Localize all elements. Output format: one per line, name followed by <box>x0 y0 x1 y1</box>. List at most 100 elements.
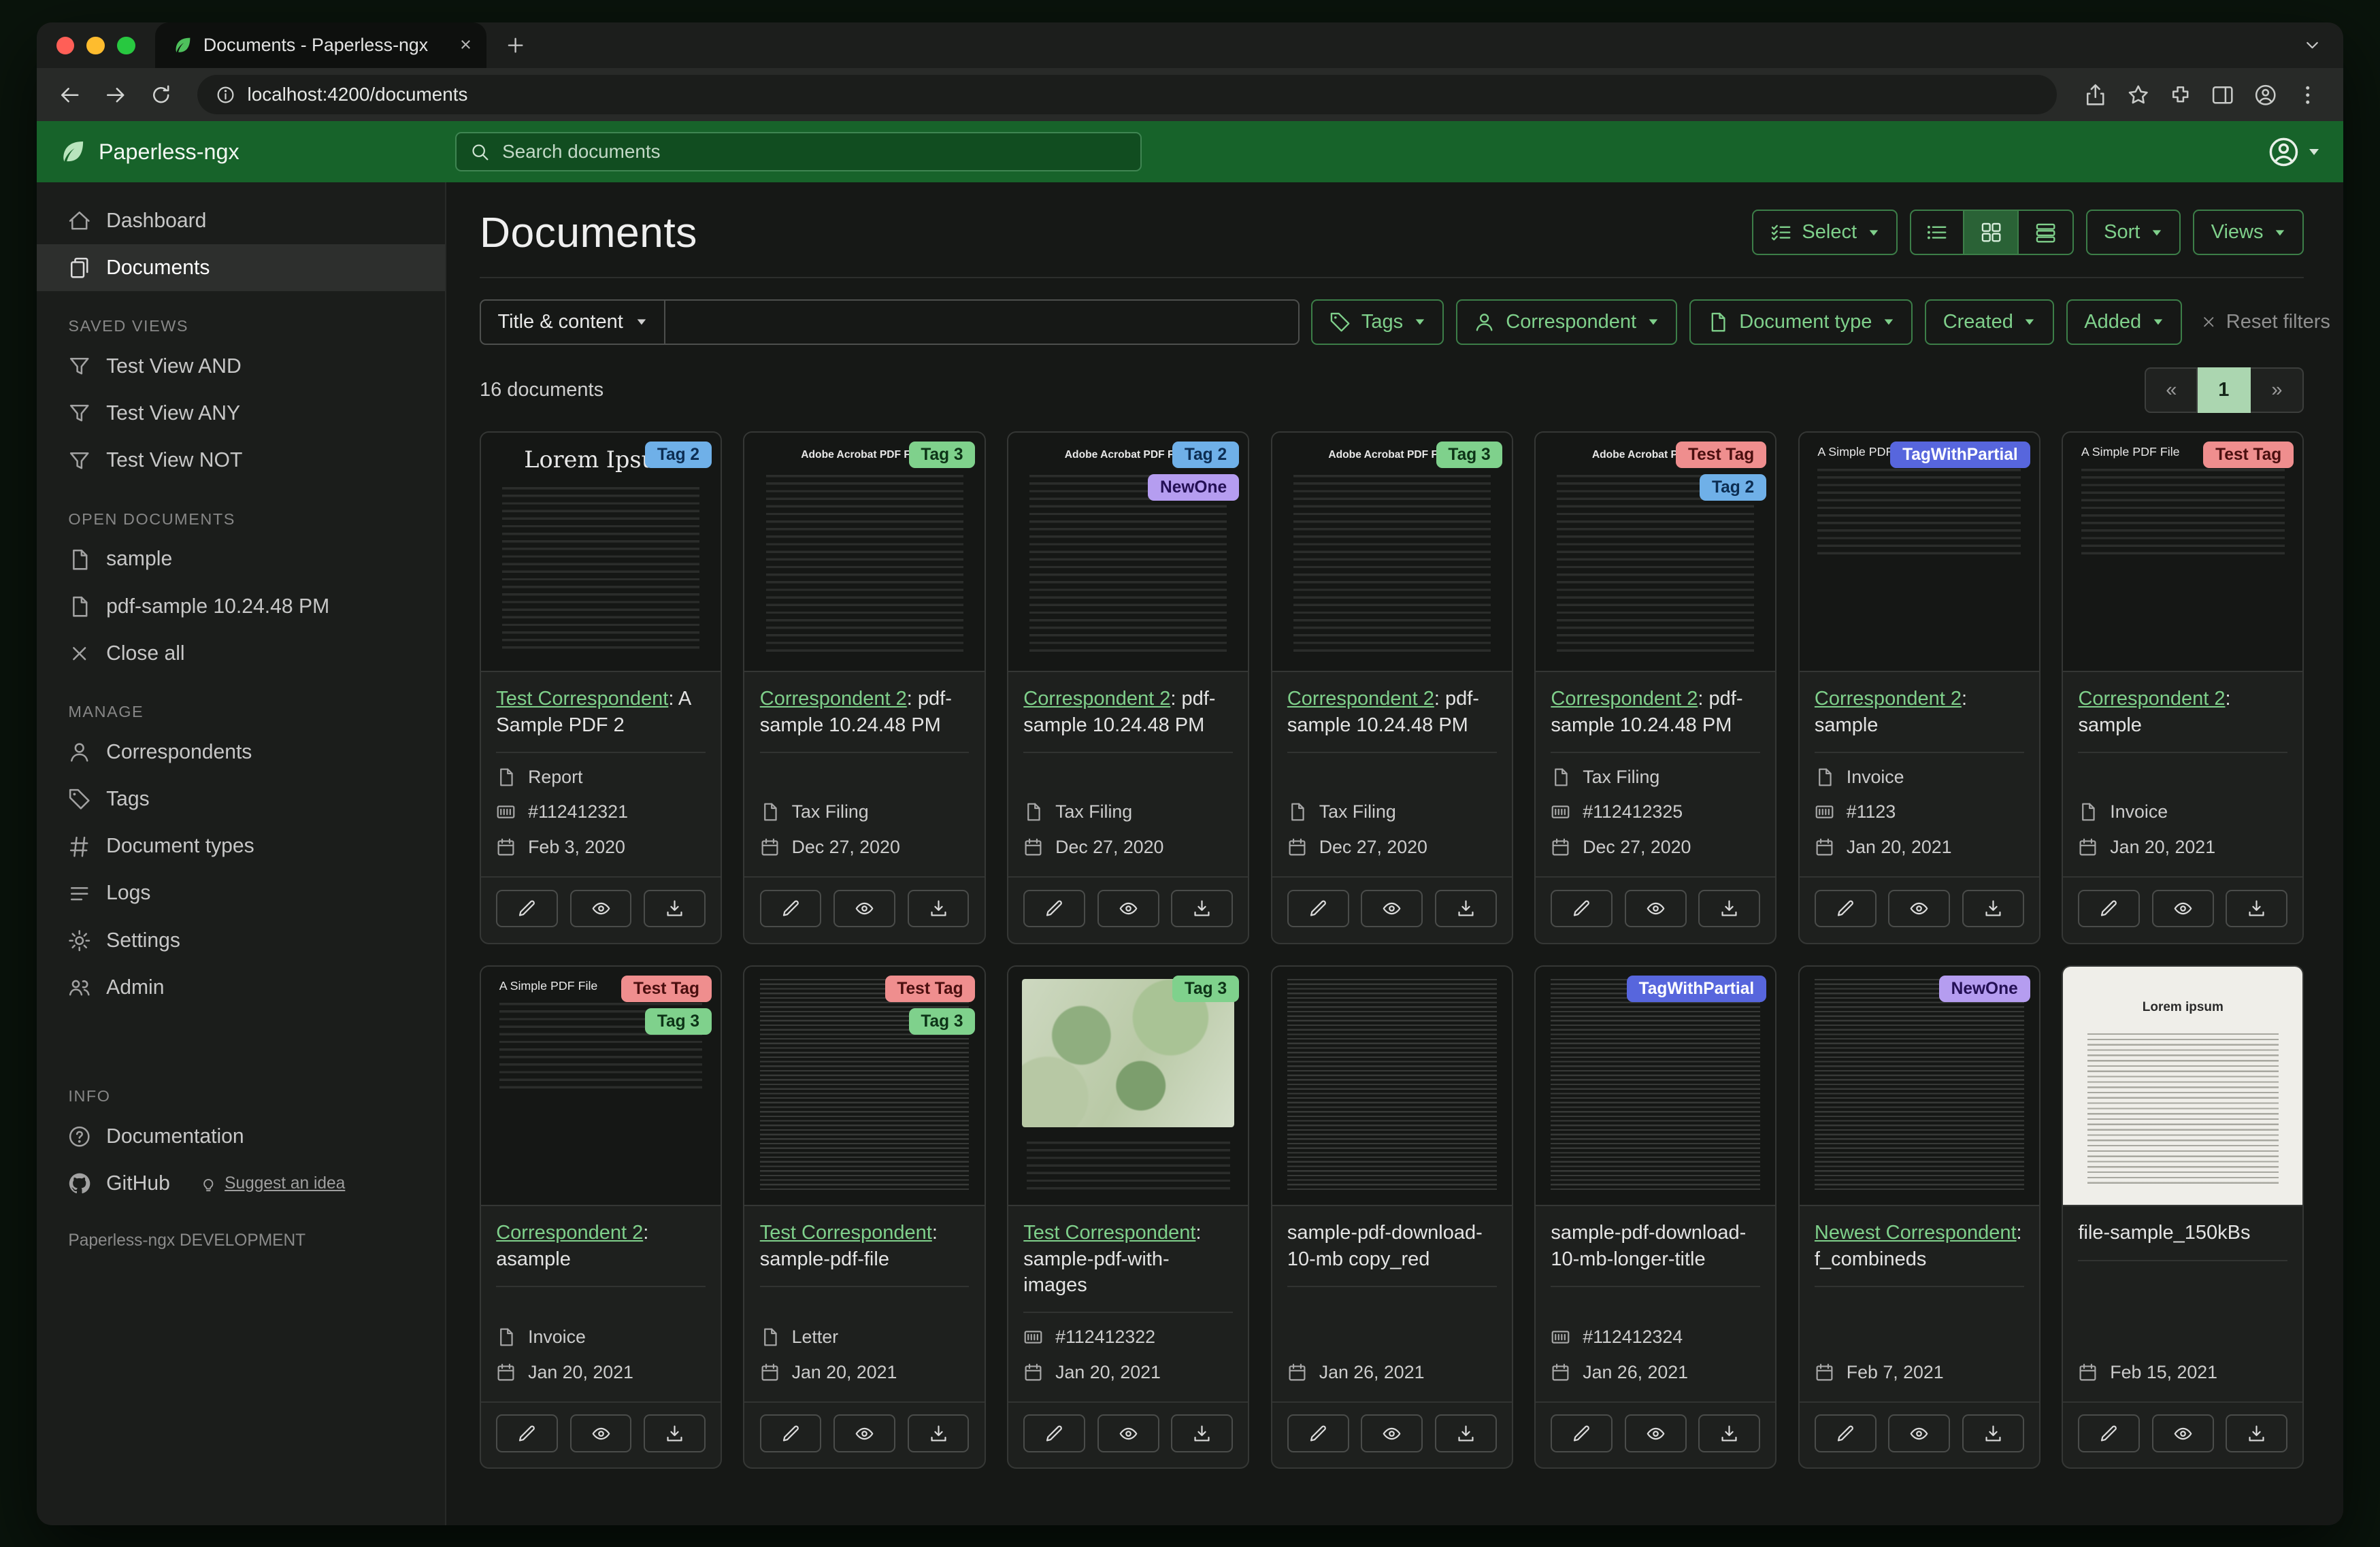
document-thumbnail[interactable]: Adobe Acrobat PDF Files Test Tag Tag 2 <box>1536 432 1776 673</box>
correspondent-link[interactable]: Newest Correspondent <box>1815 1222 2017 1244</box>
edit-button[interactable] <box>1814 889 1877 928</box>
tag-chip[interactable]: TagWithPartial <box>1626 976 1767 1003</box>
global-search[interactable] <box>455 132 1142 172</box>
tag-chip[interactable]: TagWithPartial <box>1890 442 2030 469</box>
preview-button[interactable] <box>1097 1414 1159 1453</box>
bookmark-star-icon[interactable] <box>2127 84 2149 106</box>
prev-page-button[interactable]: « <box>2145 367 2198 414</box>
document-thumbnail[interactable]: A Simple PDF File Test Tag <box>2063 432 2303 673</box>
document-thumbnail[interactable]: Lorem Ipsum Tag 2 <box>480 432 721 673</box>
document-card[interactable]: Test Tag Tag 3 Test Correspondent: sample-… <box>743 965 986 1469</box>
document-title[interactable]: Test Correspondent: sample-pdf-file <box>759 1220 970 1287</box>
download-button[interactable] <box>907 1414 970 1453</box>
download-button[interactable] <box>1698 889 1761 928</box>
document-thumbnail[interactable]: Adobe Acrobat PDF Files Tag 3 <box>1272 432 1512 673</box>
document-card[interactable]: Tag 3 Test Correspondent: sample-pdf-with… <box>1007 965 1250 1469</box>
filter-created-button[interactable]: Created <box>1925 299 2054 345</box>
download-button[interactable] <box>1434 1414 1497 1453</box>
edit-button[interactable] <box>496 1414 558 1453</box>
document-thumbnail[interactable] <box>1272 966 1512 1207</box>
edit-button[interactable] <box>1023 889 1085 928</box>
document-title[interactable]: Correspondent 2: sample <box>2078 686 2288 754</box>
profile-icon[interactable] <box>2254 84 2277 106</box>
edit-button[interactable] <box>759 1414 822 1453</box>
sidebar-item-test-view-not[interactable]: Test View NOT <box>37 437 445 484</box>
download-button[interactable] <box>1171 889 1234 928</box>
preview-button[interactable] <box>833 1414 895 1453</box>
sidebar-item-documents[interactable]: Documents <box>36 244 445 292</box>
user-menu[interactable] <box>2268 136 2321 168</box>
document-title[interactable]: Correspondent 2: pdf-sample 10.24.48 PM <box>1287 686 1497 754</box>
preview-button[interactable] <box>569 889 632 928</box>
correspondent-link[interactable]: Correspondent 2 <box>496 1222 643 1244</box>
sidebar-item-settings[interactable]: Settings <box>37 917 445 964</box>
sidebar-item-test-view-and[interactable]: Test View AND <box>37 343 445 390</box>
back-button[interactable] <box>48 73 90 116</box>
edit-button[interactable] <box>1551 889 1613 928</box>
preview-button[interactable] <box>1624 889 1687 928</box>
correspondent-link[interactable]: Correspondent 2 <box>1551 688 1698 710</box>
correspondent-link[interactable]: Correspondent 2 <box>1023 688 1170 710</box>
search-input[interactable] <box>502 141 1127 163</box>
site-info-icon[interactable] <box>216 85 235 105</box>
edit-button[interactable] <box>2078 889 2141 928</box>
download-button[interactable] <box>1171 1414 1234 1453</box>
filter-document-type-button[interactable]: Document type <box>1689 299 1913 345</box>
sidebar-item-tags[interactable]: Tags <box>37 776 445 823</box>
view-details-button[interactable] <box>2019 210 2074 256</box>
view-list-button[interactable] <box>1909 210 1965 256</box>
address-bar[interactable]: localhost:4200/documents <box>197 75 2057 115</box>
sidebar-item-test-view-any[interactable]: Test View ANY <box>37 390 445 437</box>
document-title[interactable]: Test Correspondent: sample-pdf-with-imag… <box>1023 1220 1234 1314</box>
correspondent-link[interactable]: Correspondent 2 <box>2078 688 2225 710</box>
download-button[interactable] <box>1962 889 2024 928</box>
maximize-button[interactable] <box>116 36 135 55</box>
tag-chip[interactable]: Tag 3 <box>1172 976 1239 1003</box>
tag-chip[interactable]: Tag 2 <box>1700 474 1767 501</box>
download-button[interactable] <box>1434 889 1497 928</box>
sidebar-item-admin[interactable]: Admin <box>37 964 445 1011</box>
document-card[interactable]: NewOne Newest Correspondent: f_combineds F… <box>1798 965 2040 1469</box>
document-title[interactable]: Correspondent 2: sample <box>1814 686 2024 754</box>
document-thumbnail[interactable]: Test Tag Tag 3 <box>744 966 985 1207</box>
document-title[interactable]: sample-pdf-download-10-mb copy_red <box>1287 1220 1497 1287</box>
download-button[interactable] <box>2226 1414 2288 1453</box>
download-button[interactable] <box>907 889 970 928</box>
preview-button[interactable] <box>1624 1414 1687 1453</box>
select-button[interactable]: Select <box>1752 210 1898 256</box>
sidebar-item-github[interactable]: GitHub Suggest an idea <box>37 1160 445 1207</box>
preview-button[interactable] <box>2151 889 2214 928</box>
filter-tags-button[interactable]: Tags <box>1311 299 1444 345</box>
document-card[interactable]: Adobe Acrobat PDF Files Tag 3 Corresponden… <box>1270 431 1513 944</box>
tag-chip[interactable]: Tag 3 <box>644 1008 712 1035</box>
preview-button[interactable] <box>1097 889 1159 928</box>
current-page-button[interactable]: 1 <box>2198 367 2251 414</box>
preview-button[interactable] <box>569 1414 632 1453</box>
edit-button[interactable] <box>2078 1414 2141 1453</box>
document-thumbnail[interactable]: Adobe Acrobat PDF Files Tag 2 NewOne <box>1008 432 1249 673</box>
document-thumbnail[interactable]: Lorem ipsum <box>2063 966 2303 1207</box>
document-thumbnail[interactable]: NewOne <box>1799 966 2039 1207</box>
document-title[interactable]: Newest Correspondent: f_combineds <box>1814 1220 2024 1287</box>
document-title[interactable]: Correspondent 2: pdf-sample 10.24.48 PM <box>1551 686 1761 754</box>
close-button[interactable] <box>56 36 75 55</box>
document-card[interactable]: Adobe Acrobat PDF Files Test Tag Tag 2 Corr… <box>1534 431 1777 944</box>
correspondent-link[interactable]: Correspondent 2 <box>760 688 907 710</box>
sidebar-item-document-types[interactable]: Document types <box>37 823 445 870</box>
sidebar-item-pdf-sample-10-24-48-pm[interactable]: pdf-sample 10.24.48 PM <box>37 583 445 630</box>
sidebar-item-correspondents[interactable]: Correspondents <box>37 729 445 776</box>
document-title[interactable]: sample-pdf-download-10-mb-longer-title <box>1551 1220 1761 1287</box>
document-thumbnail[interactable]: TagWithPartial <box>1536 966 1776 1207</box>
document-card[interactable]: Adobe Acrobat PDF Files Tag 2 NewOne Corres… <box>1007 431 1250 944</box>
document-thumbnail[interactable]: Tag 3 <box>1008 966 1249 1207</box>
sidebar-item-close-all[interactable]: Close all <box>37 630 445 677</box>
tag-chip[interactable]: Tag 3 <box>908 1008 976 1035</box>
reset-filters-button[interactable]: Reset filters <box>2200 311 2330 333</box>
document-card[interactable]: TagWithPartial sample-pdf-download-10-mb-… <box>1534 965 1777 1469</box>
preview-button[interactable] <box>1888 889 1951 928</box>
filter-correspondent-button[interactable]: Correspondent <box>1455 299 1678 345</box>
app-brand[interactable]: Paperless-ngx <box>59 138 455 165</box>
document-thumbnail[interactable]: A Simple PDF File Test Tag Tag 3 <box>480 966 721 1207</box>
share-icon[interactable] <box>2084 84 2106 106</box>
filter-text-input[interactable] <box>665 299 1300 345</box>
